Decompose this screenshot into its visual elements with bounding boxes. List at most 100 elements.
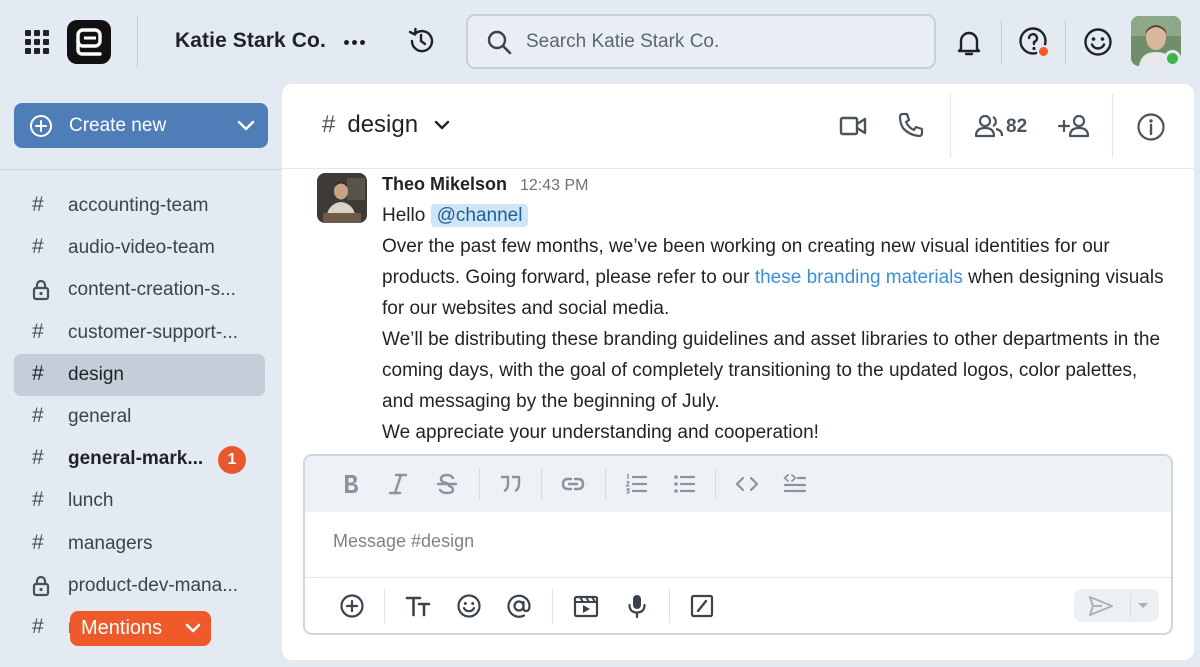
app-logo[interactable] [67,20,111,64]
message-author[interactable]: Theo Mikelson [382,174,507,195]
hash-icon: # [32,235,44,259]
divider [1065,20,1066,64]
code-block-icon[interactable] [782,471,808,497]
channel-label: lunch [68,490,114,512]
branding-materials-link[interactable]: these branding materials [755,267,963,288]
channel-name: design [347,111,419,138]
channel-label: general-mark... [68,448,204,470]
lock-icon [32,280,50,301]
chevron-down-icon [237,120,255,131]
quote-icon[interactable] [498,471,522,497]
add-member-icon[interactable] [1057,114,1091,138]
numbered-list-icon[interactable] [624,471,648,497]
message-timestamp: 12:43 PM [520,177,589,194]
members-icon[interactable] [974,114,1004,138]
sidebar-channel-design[interactable]: # design [14,353,265,396]
sidebar-divider [0,169,281,170]
hash-icon: # [32,319,44,343]
bold-icon[interactable] [339,471,363,497]
toolbar-divider [384,589,385,623]
message-input[interactable] [333,531,1143,565]
channel-mention[interactable]: @channel [430,204,529,227]
emoji-icon[interactable] [456,593,482,619]
sidebar-channel-content-creation-s[interactable]: content-creation-s... [14,269,265,311]
online-status-dot [1164,50,1181,67]
message-composer [303,454,1173,635]
channel-label: content-creation-s... [68,279,236,301]
apps-grid-icon[interactable] [25,30,49,54]
hash-icon: # [32,488,44,512]
member-count[interactable]: 82 [1006,116,1027,138]
sidebar-channel-general[interactable]: # general [14,396,265,438]
unread-badge: 1 [218,446,246,474]
message-body: Hello @channel Over the past few months,… [382,200,1172,448]
send-button-group [1074,589,1159,622]
divider [137,16,138,68]
team-name[interactable]: Katie Stark Co. [175,29,326,53]
channel-label: customer-support-... [68,321,238,343]
mentions-label: Mentions [81,617,163,639]
send-icon[interactable] [1088,595,1114,617]
sidebar-channel-managers[interactable]: # managers [14,523,265,565]
add-attachment-icon[interactable] [339,593,365,619]
hash-icon: # [32,446,44,470]
search-box[interactable] [466,14,936,69]
header-divider [950,94,951,158]
mentions-jump-button[interactable]: Mentions [70,611,211,646]
slash-command-icon[interactable] [689,593,715,619]
search-input[interactable] [526,26,916,58]
video-call-icon[interactable] [839,115,867,137]
sidebar-channel-product-dev-mana[interactable]: product-dev-mana... [14,565,265,607]
video-clip-icon[interactable] [572,593,600,619]
sidebar-channel-lunch[interactable]: # lunch [14,480,265,522]
microphone-icon[interactable] [625,593,649,619]
greeting-text: Hello [382,205,426,226]
composer-divider [305,577,1171,578]
create-new-button[interactable]: Create new [14,103,268,148]
hash-icon: # [32,404,44,427]
toolbar-divider [479,468,480,500]
channel-label: product-dev-mana... [68,574,239,596]
code-icon[interactable] [734,471,760,497]
message-paragraph: Over the past few months, we’ve been wor… [382,231,1172,324]
channel-hash: # [322,111,336,138]
message-paragraph: We appreciate your understanding and coo… [382,422,819,443]
toolbar-divider [541,468,542,500]
hash-icon: # [32,530,44,554]
sidebar-channel-accounting-team[interactable]: # accounting-team [14,185,265,227]
channel-label: design [68,363,124,385]
notification-dot [1037,45,1050,58]
hash-icon: # [32,193,44,216]
strikethrough-icon[interactable] [435,471,459,497]
sidebar-channel-audio-video-team[interactable]: # audio-video-team [14,227,265,269]
more-icon[interactable] [342,30,368,54]
toolbar-divider [669,589,670,623]
italic-icon[interactable] [387,471,409,497]
bulleted-list-icon[interactable] [672,471,696,497]
divider [1001,20,1002,64]
top-bar: Katie Stark Co. [0,0,1200,84]
emoji-icon[interactable] [1083,27,1113,57]
message-author-avatar[interactable] [317,173,367,223]
info-icon[interactable] [1136,112,1166,142]
phone-icon[interactable] [897,111,925,139]
sidebar-channel-customer-support[interactable]: # customer-support-... [14,312,265,354]
channel-view: # design 82 Theo Mikelson 12:43 PM Hello… [282,84,1194,660]
channel-label: accounting-team [68,195,209,216]
link-icon[interactable] [560,471,586,497]
channel-title-button[interactable]: # design [322,111,451,139]
message-paragraph: We’ll be distributing these branding gui… [382,329,1161,412]
channel-label: audio-video-team [68,237,215,259]
send-options-caret-icon[interactable] [1136,601,1150,611]
bell-icon[interactable] [955,28,983,58]
plus-circle-icon [30,115,52,137]
channel-label: managers [68,532,153,554]
hash-icon: # [32,361,44,385]
text-format-icon[interactable] [405,593,433,619]
history-icon[interactable] [406,26,436,56]
chevron-down-icon [185,623,201,633]
formatting-toolbar [305,456,1171,512]
chevron-down-icon [434,120,449,129]
message-line: Hello @channel [382,200,1172,231]
at-mention-icon[interactable] [506,593,532,619]
